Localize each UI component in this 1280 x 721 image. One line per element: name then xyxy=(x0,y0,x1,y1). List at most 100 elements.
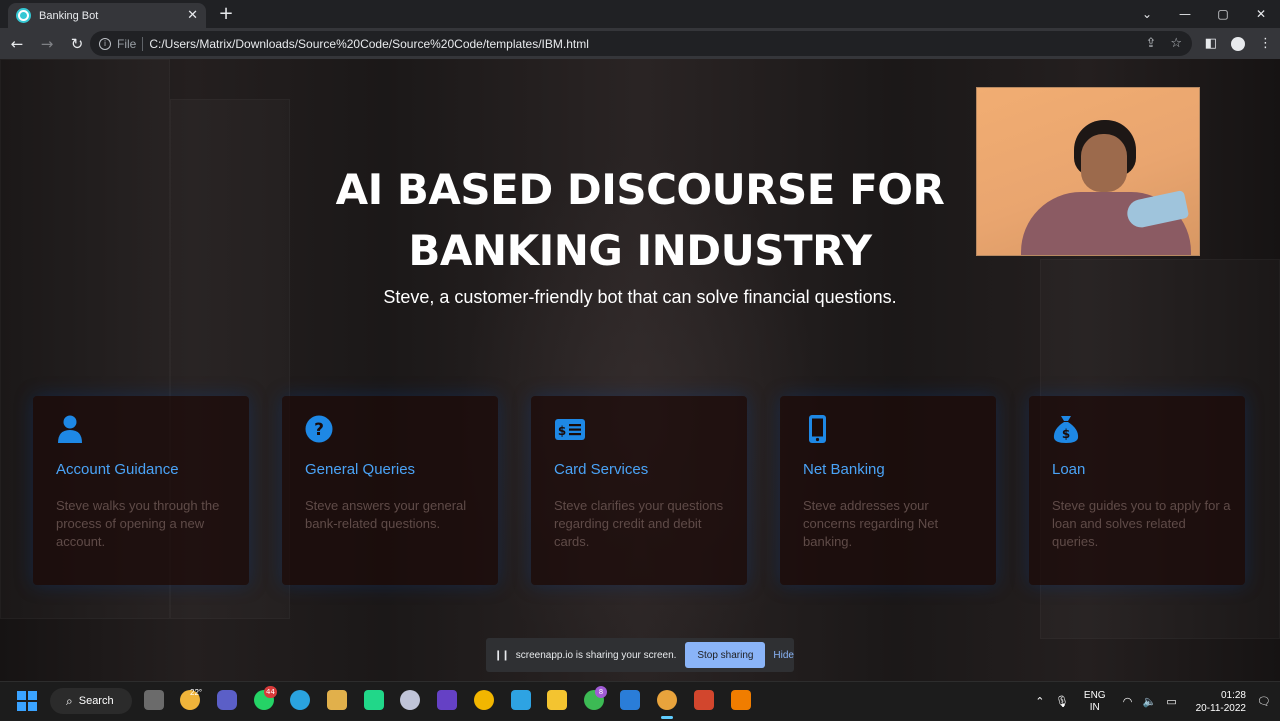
tab-banking-bot[interactable]: Banking Bot ✕ xyxy=(8,3,206,28)
notifications-icon[interactable]: 🗨 xyxy=(1256,695,1272,708)
webcam-person-face xyxy=(1081,134,1127,192)
home-app-icon[interactable] xyxy=(327,690,347,710)
omnibox-actions: ⇪ ☆ xyxy=(1145,31,1182,56)
battery-icon[interactable]: ▭ xyxy=(1164,695,1180,708)
teams-chat-icon[interactable] xyxy=(217,690,237,710)
svg-text:$: $ xyxy=(1062,427,1070,441)
site-info-icon[interactable]: i xyxy=(99,37,111,50)
language-line2: IN xyxy=(1089,701,1100,713)
wifi-icon[interactable]: ◠ xyxy=(1120,695,1136,708)
address-bar[interactable]: i File C:/Users/Matrix/Downloads/Source%… xyxy=(90,31,1192,56)
services-cards: Account Guidance Steve walks you through… xyxy=(33,396,1247,585)
chrome-icon[interactable] xyxy=(474,690,494,710)
webcam-overlay xyxy=(976,87,1200,256)
browser-window: Banking Bot ✕ + ⌄ — ▢ ✕ ← → ↻ i File C:/… xyxy=(0,0,1280,720)
active-app-indicator xyxy=(661,716,673,719)
screen-share-bar: ❙❙ screenapp.io is sharing your screen. … xyxy=(486,638,794,672)
notepad-icon[interactable] xyxy=(511,690,531,710)
menu-icon[interactable]: ⋮ xyxy=(1259,36,1272,51)
card-title[interactable]: Net Banking xyxy=(803,461,885,478)
card-description: Steve walks you through the process of o… xyxy=(56,498,220,549)
profile-icon[interactable] xyxy=(1231,36,1245,51)
jetbrains-icon[interactable] xyxy=(437,690,457,710)
credit-card-icon: $ xyxy=(555,419,585,440)
card-description: Steve clarifies your questions regarding… xyxy=(554,498,724,549)
file-explorer-icon[interactable] xyxy=(547,690,567,710)
minimize-button[interactable]: — xyxy=(1166,0,1204,28)
pycharm-icon[interactable] xyxy=(364,690,384,710)
browser-toolbar: ← → ↻ i File C:/Users/Matrix/Downloads/S… xyxy=(0,28,1280,59)
vlc-icon[interactable] xyxy=(731,690,751,710)
user-icon xyxy=(58,415,82,443)
hide-button[interactable]: Hide xyxy=(773,650,794,661)
whatsapp-badge: 44 xyxy=(264,686,277,698)
page-title-line1: AI BASED DISCOURSE FOR xyxy=(335,165,945,214)
back-button[interactable]: ← xyxy=(4,31,30,57)
weather-temp: 22° xyxy=(190,688,203,697)
new-tab-button[interactable]: + xyxy=(216,4,236,24)
card-net-banking[interactable]: Net Banking Steve addresses your concern… xyxy=(780,396,996,585)
chrome-active-icon[interactable] xyxy=(657,690,677,710)
task-view-icon[interactable] xyxy=(144,690,164,710)
card-description: Steve guides you to apply for a loan and… xyxy=(1052,498,1231,549)
mobile-phone-icon xyxy=(809,415,826,443)
windows-start-icon[interactable] xyxy=(17,691,37,711)
clock-date: 20-11-2022 xyxy=(1195,702,1246,714)
card-title[interactable]: Loan xyxy=(1052,461,1085,478)
telegram-icon[interactable] xyxy=(290,690,310,710)
url-text[interactable]: C:/Users/Matrix/Downloads/Source%20Code/… xyxy=(149,37,589,51)
clock[interactable]: 01:28 20-11-2022 xyxy=(1196,689,1246,715)
close-tab-icon[interactable]: ✕ xyxy=(187,9,198,22)
card-card-services[interactable]: $ Card Services Steve clarifies your que… xyxy=(531,396,747,585)
page-title-line2: BANKING INDUSTRY xyxy=(408,226,872,275)
card-description: Steve addresses your concerns regarding … xyxy=(803,498,939,549)
taskbar-search[interactable]: ⌕ Search xyxy=(50,688,132,714)
card-loan[interactable]: $ Loan Steve guides you to apply for a l… xyxy=(1029,396,1245,585)
powerpoint-icon[interactable] xyxy=(694,690,714,710)
window-controls: ⌄ — ▢ ✕ xyxy=(1128,0,1280,28)
question-icon: ? xyxy=(305,415,333,443)
microphone-icon[interactable]: 🎙 xyxy=(1054,695,1070,708)
tab-strip: Banking Bot ✕ + ⌄ — ▢ ✕ xyxy=(0,0,1280,28)
svg-text:?: ? xyxy=(314,420,324,440)
url-separator xyxy=(142,36,144,51)
svg-text:$: $ xyxy=(558,424,566,438)
card-general-queries[interactable]: ? General Queries Steve answers your gen… xyxy=(282,396,498,585)
system-tray: ⌃ 🎙 ENG IN ◠ 🔈 ▭ 01:28 20-11-2022 🗨 xyxy=(1032,682,1280,721)
volume-icon[interactable]: 🔈 xyxy=(1142,695,1158,708)
chrome-profile-badge: 8 xyxy=(595,686,607,698)
forward-button[interactable]: → xyxy=(34,31,60,57)
taskbar-search-label: Search xyxy=(78,695,114,707)
page-title: AI BASED DISCOURSE FOR BANKING INDUSTRY xyxy=(290,159,990,281)
close-window-button[interactable]: ✕ xyxy=(1242,0,1280,28)
tab-title: Banking Bot xyxy=(39,9,99,22)
reload-button[interactable]: ↻ xyxy=(64,31,90,57)
bookmark-star-icon[interactable]: ☆ xyxy=(1170,36,1182,51)
maximize-button[interactable]: ▢ xyxy=(1204,0,1242,28)
drag-handle-icon[interactable]: ❙❙ xyxy=(494,650,510,661)
language-indicator[interactable]: ENG IN xyxy=(1084,690,1106,714)
stop-sharing-button[interactable]: Stop sharing xyxy=(685,642,766,668)
card-title[interactable]: Card Services xyxy=(554,461,648,478)
card-title[interactable]: General Queries xyxy=(305,461,415,478)
tray-overflow-icon[interactable]: ⌃ xyxy=(1032,695,1048,708)
vscode-icon[interactable] xyxy=(620,690,640,710)
tab-favicon-icon xyxy=(16,8,31,23)
card-title[interactable]: Account Guidance xyxy=(56,461,179,478)
tab-search-icon[interactable]: ⌄ xyxy=(1128,0,1166,28)
toolbar-right: ◧ ⋮ xyxy=(1205,31,1272,56)
card-description: Steve answers your general bank-related … xyxy=(305,498,467,531)
side-panel-icon[interactable]: ◧ xyxy=(1205,36,1217,51)
search-icon: ⌕ xyxy=(66,693,73,708)
share-icon[interactable]: ⇪ xyxy=(1145,36,1156,51)
share-message: screenapp.io is sharing your screen. xyxy=(515,649,677,661)
clock-time: 01:28 xyxy=(1220,689,1246,701)
page-subtitle: Steve, a customer-friendly bot that can … xyxy=(383,287,897,307)
card-account-guidance[interactable]: Account Guidance Steve walks you through… xyxy=(33,396,249,585)
url-scheme: File xyxy=(117,36,137,51)
language-line1: ENG xyxy=(1083,689,1106,701)
os-taskbar: ⌕ Search 22° 44 8 ⌃ 🎙 ENG IN ◠ 🔈 ▭ 01:28… xyxy=(0,681,1280,720)
page-viewport: AI BASED DISCOURSE FOR BANKING INDUSTRY … xyxy=(0,59,1280,681)
app-icon[interactable] xyxy=(400,690,420,710)
money-bag-icon: $ xyxy=(1053,416,1079,443)
